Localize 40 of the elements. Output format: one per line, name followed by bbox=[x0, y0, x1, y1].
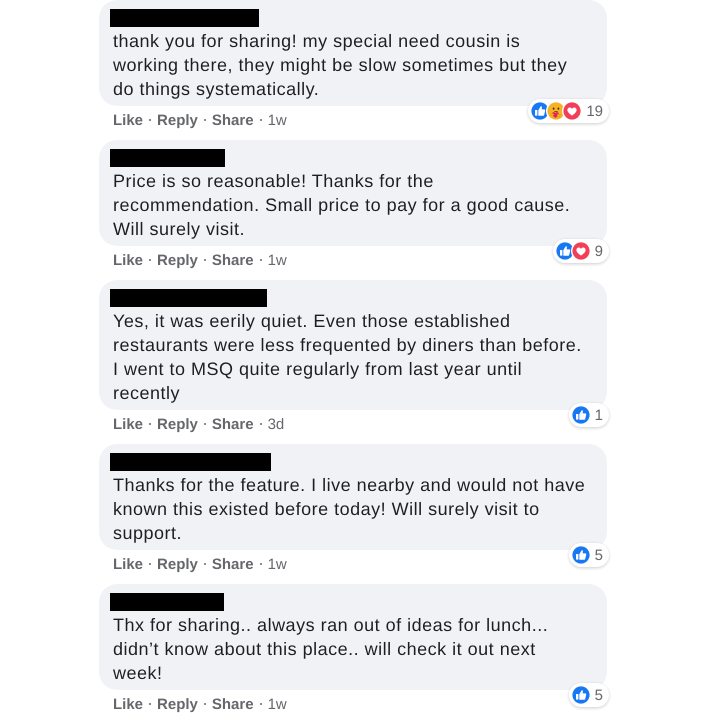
action-link[interactable]: Share bbox=[212, 556, 254, 572]
reaction-count: 5 bbox=[594, 686, 603, 704]
action-link[interactable]: Like bbox=[113, 252, 144, 268]
action-link[interactable]: Like bbox=[113, 416, 144, 432]
heart-icon bbox=[570, 241, 591, 261]
comment-text: Yes, it was eerily quiet. Even those established restaurants were less frequented by diners than before. I went to MSQ quite regularly from last year until recently bbox=[113, 310, 583, 405]
reaction-count: 19 bbox=[586, 102, 603, 120]
heart-icon bbox=[562, 101, 582, 121]
action-link[interactable]: Reply bbox=[157, 252, 198, 268]
action-link[interactable]: Share bbox=[212, 416, 254, 432]
reaction-count: 9 bbox=[594, 242, 603, 260]
comment-text: thank you for sharing! my special need cousin is working there, they might be slow sometimes but they do things systematically. bbox=[113, 30, 568, 101]
reactions-pill[interactable]: 9 bbox=[552, 239, 609, 263]
action-link[interactable]: Reply bbox=[157, 112, 198, 128]
reactions-pill[interactable]: 19 bbox=[528, 99, 609, 123]
action-link[interactable]: Share bbox=[212, 252, 254, 268]
thumbs-up-icon bbox=[570, 405, 591, 425]
action-link[interactable]: Like bbox=[113, 556, 144, 572]
timestamp[interactable]: 1w bbox=[268, 556, 287, 572]
action-link[interactable]: Reply bbox=[157, 696, 198, 712]
reactions-pill[interactable]: 1 bbox=[568, 403, 609, 427]
reactions-pill[interactable]: 5 bbox=[568, 683, 609, 707]
thumbs-up-icon bbox=[570, 545, 591, 565]
action-link[interactable]: Share bbox=[212, 696, 254, 712]
reaction-count: 5 bbox=[594, 546, 603, 564]
timestamp[interactable]: 1w bbox=[268, 252, 287, 268]
thumbs-up-icon bbox=[570, 685, 591, 705]
action-link[interactable]: Share bbox=[212, 112, 254, 128]
timestamp[interactable]: 3d bbox=[268, 416, 284, 432]
timestamp[interactable]: 1w bbox=[268, 112, 287, 128]
comment-text: Thx for sharing.. always ran out of ideas for lunch... didn’t know about this place.. will check it out next week! bbox=[113, 614, 550, 685]
action-link[interactable]: Like bbox=[113, 112, 144, 128]
comment-text: Thanks for the feature. I live nearby and would not have known this existed before today! Will surely visit to support. bbox=[113, 474, 586, 545]
timestamp[interactable]: 1w bbox=[268, 696, 287, 712]
comment-text: Price is so reasonable! Thanks for the recommendation. Small price to pay for a good cause. Will surely visit. bbox=[113, 170, 572, 241]
reactions-pill[interactable]: 5 bbox=[568, 543, 609, 567]
action-link[interactable]: Like bbox=[113, 696, 144, 712]
action-link[interactable]: Reply bbox=[157, 416, 198, 432]
reaction-count: 1 bbox=[594, 406, 603, 424]
action-link[interactable]: Reply bbox=[157, 556, 198, 572]
